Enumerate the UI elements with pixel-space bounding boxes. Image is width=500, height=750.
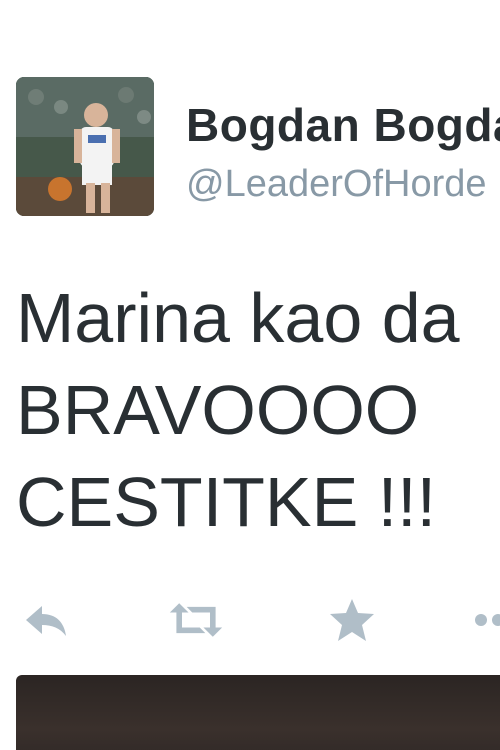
star-icon bbox=[330, 599, 374, 641]
retweet-icon bbox=[169, 603, 223, 637]
attached-photo[interactable] bbox=[16, 675, 500, 750]
tweet-text-line: Marina kao da bbox=[16, 279, 460, 357]
display-name[interactable]: Bogdan Bogdanović bbox=[186, 98, 500, 152]
tweet-card: Bogdan Bogdanović @LeaderOfHorde Marina … bbox=[0, 0, 500, 750]
more-button[interactable] bbox=[466, 592, 500, 648]
reply-icon bbox=[26, 606, 66, 636]
player-photo bbox=[16, 77, 154, 216]
user-handle[interactable]: @LeaderOfHorde bbox=[186, 163, 487, 206]
more-icon bbox=[475, 614, 500, 626]
tweet-actions bbox=[0, 592, 500, 648]
retweet-button[interactable] bbox=[168, 592, 224, 648]
tweet-text-line: CESTITKE !!! bbox=[16, 463, 437, 541]
avatar[interactable] bbox=[16, 77, 154, 216]
favorite-button[interactable] bbox=[324, 592, 380, 648]
tweet-text: Marina kao da BRAVOOOO CESTITKE !!! bbox=[16, 272, 500, 548]
tweet-text-line: BRAVOOOO bbox=[16, 371, 420, 449]
reply-button[interactable] bbox=[17, 592, 73, 648]
